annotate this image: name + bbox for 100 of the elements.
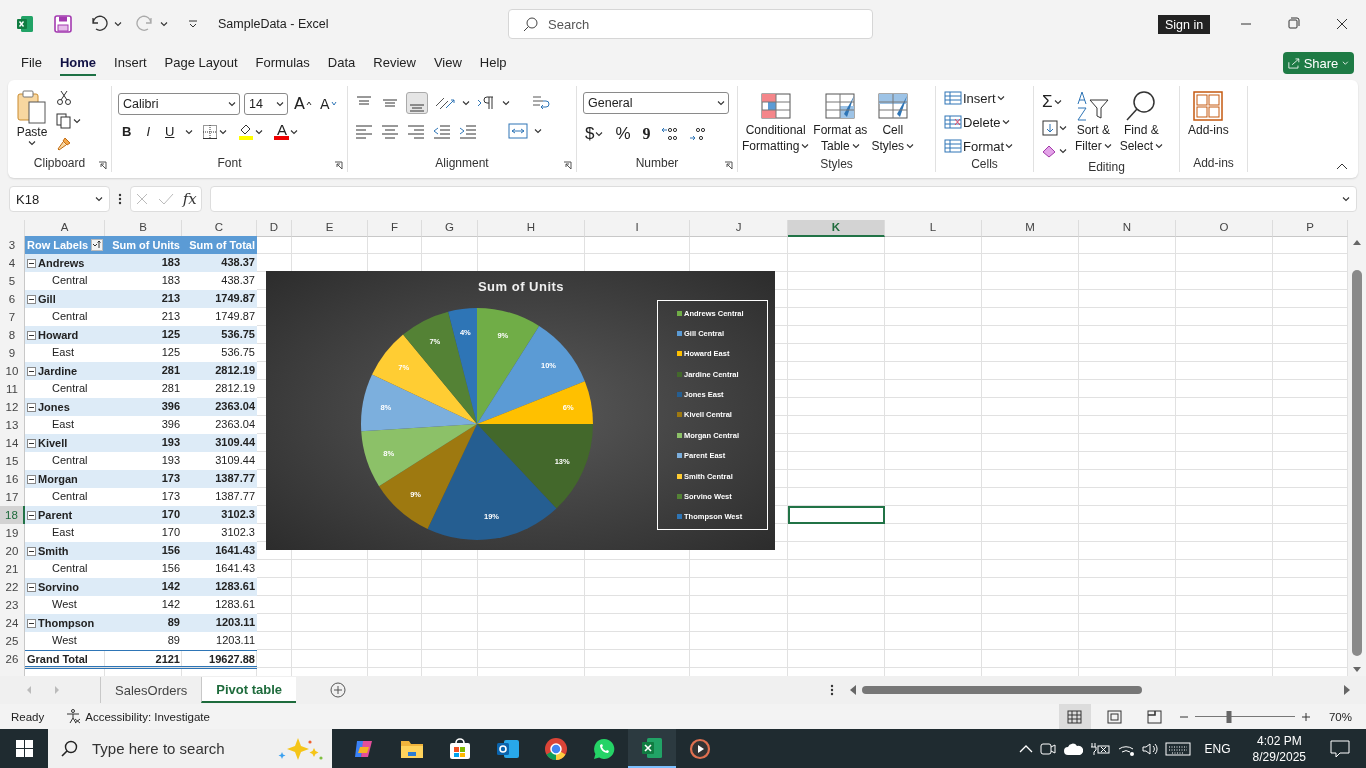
collapse-icon[interactable]	[27, 582, 36, 592]
menu-tab[interactable]: View	[424, 50, 471, 76]
collapse-ribbon-icon[interactable]	[1336, 162, 1348, 170]
cell-styles-button[interactable]: Cell Styles	[869, 88, 917, 156]
vertical-align-icon[interactable]	[406, 92, 428, 114]
number-format-field[interactable]: General	[583, 92, 729, 114]
more-options-icon[interactable]	[830, 684, 834, 696]
filter-sort-icon[interactable]	[91, 239, 103, 251]
column-header[interactable]: G	[422, 220, 478, 237]
collapse-icon[interactable]	[27, 402, 36, 412]
increase-indent-icon[interactable]	[458, 123, 478, 139]
column-header[interactable]: H	[478, 220, 585, 237]
grow-font-button[interactable]: A	[292, 92, 314, 115]
battery-plug-icon[interactable]	[1088, 740, 1111, 757]
name-box[interactable]: K18	[9, 186, 110, 212]
column-header[interactable]: D	[257, 220, 292, 237]
chevron-up-icon[interactable]	[1018, 743, 1033, 754]
windows-start-icon[interactable]	[16, 740, 33, 757]
keyboard-icon[interactable]	[1164, 740, 1191, 757]
sign-in-button[interactable]: Sign in	[1158, 15, 1211, 34]
dialog-launcher-icon[interactable]	[98, 161, 107, 170]
undo-icon[interactable]	[90, 15, 108, 33]
zoom-in-icon[interactable]	[1300, 711, 1311, 722]
menu-tab[interactable]: Help	[470, 50, 516, 76]
notification-icon[interactable]	[1330, 739, 1350, 758]
collapse-icon[interactable]	[27, 330, 36, 340]
format-cells-button[interactable]: Format	[942, 136, 1016, 156]
autosum-button[interactable]: Σ	[1040, 90, 1069, 114]
camera-icon[interactable]	[1038, 740, 1057, 757]
column-header[interactable]: O	[1176, 220, 1273, 237]
paste-button[interactable]: Paste	[14, 88, 50, 148]
percent-button[interactable]: %	[613, 122, 633, 146]
accessibility-icon[interactable]	[66, 709, 82, 724]
currency-button[interactable]: $	[583, 122, 606, 146]
collapse-icon[interactable]	[27, 474, 36, 484]
zoom-level[interactable]: 70%	[1328, 710, 1352, 723]
format-as-table-button[interactable]: Format as Table	[811, 88, 870, 156]
italic-button[interactable]: I	[142, 122, 154, 141]
font-name-field[interactable]: Calibri	[118, 92, 240, 115]
search-field[interactable]: Search	[508, 9, 873, 39]
selected-cell[interactable]	[788, 506, 885, 524]
comma-style-button[interactable]: 9	[640, 123, 653, 145]
underline-button[interactable]: U	[161, 122, 179, 141]
speaker-icon[interactable]	[1140, 740, 1159, 757]
column-header[interactable]: F	[368, 220, 422, 237]
collapse-icon[interactable]	[27, 618, 36, 628]
bold-button[interactable]: B	[118, 122, 136, 141]
cloud-icon[interactable]	[1062, 741, 1083, 756]
insert-function-button[interactable]: fx	[182, 190, 197, 208]
zoom-slider-thumb[interactable]	[1226, 710, 1232, 723]
menu-tab[interactable]: Formulas	[246, 50, 319, 76]
decrease-indent-icon[interactable]	[432, 123, 452, 139]
column-header[interactable]: E	[292, 220, 368, 237]
horizontal-align-icon[interactable]	[354, 123, 374, 139]
shrink-font-button[interactable]: A	[317, 93, 339, 114]
add-ins-button[interactable]: Add-ins	[1186, 88, 1231, 140]
language-indicator[interactable]: ENG	[1204, 741, 1231, 756]
insert-cells-button[interactable]: Insert	[942, 88, 1016, 108]
collapse-icon[interactable]	[27, 258, 36, 268]
conditional-formatting-button[interactable]: Conditional Formatting	[740, 88, 812, 156]
find-select-button[interactable]: Find & Select	[1117, 88, 1166, 156]
copy-button[interactable]	[54, 111, 83, 131]
dialog-launcher-icon[interactable]	[724, 161, 733, 170]
horizontal-align-icon[interactable]	[406, 123, 426, 139]
normal-view-button[interactable]	[1058, 704, 1091, 729]
taskbar-search-field[interactable]: Type here to search	[48, 729, 332, 768]
column-header[interactable]: P	[1273, 220, 1348, 237]
menu-tab[interactable]: File	[12, 50, 51, 76]
formula-field[interactable]	[210, 186, 1357, 212]
fill-button[interactable]	[1040, 118, 1069, 138]
font-color-button[interactable]: A	[272, 121, 301, 142]
check-icon[interactable]	[158, 192, 174, 206]
column-header[interactable]: M	[982, 220, 1079, 237]
collapse-icon[interactable]	[27, 294, 36, 304]
sheet-tab[interactable]: Pivot table	[201, 677, 296, 703]
menu-tab[interactable]: Review	[364, 50, 425, 76]
column-header[interactable]: I	[585, 220, 690, 237]
column-header[interactable]: K	[788, 220, 885, 237]
collapse-icon[interactable]	[27, 510, 36, 520]
menu-tab[interactable]: Home	[50, 50, 106, 76]
menu-tab[interactable]: Page Layout	[155, 50, 247, 76]
add-sheet-icon[interactable]	[330, 682, 346, 698]
more-options-icon[interactable]	[118, 193, 122, 205]
collapse-icon[interactable]	[27, 546, 36, 556]
menu-tab[interactable]: Insert	[105, 50, 156, 76]
dialog-launcher-icon[interactable]	[334, 161, 343, 170]
sort-filter-button[interactable]: Sort & Filter	[1073, 88, 1114, 156]
collapse-icon[interactable]	[27, 366, 36, 376]
customize-toolbar-icon[interactable]	[188, 19, 198, 29]
save-icon[interactable]	[54, 15, 72, 33]
column-header[interactable]: L	[885, 220, 982, 237]
dialog-launcher-icon[interactable]	[563, 161, 572, 170]
horizontal-align-icon[interactable]	[380, 123, 400, 139]
share-button[interactable]: Share	[1283, 52, 1354, 74]
menu-tab[interactable]: Data	[318, 50, 365, 76]
text-direction-icon[interactable]	[476, 95, 496, 111]
collapse-icon[interactable]	[27, 438, 36, 448]
accessibility-status[interactable]: Accessibility: Investigate	[85, 710, 210, 723]
spreadsheet-app-icon[interactable]	[628, 729, 676, 768]
merge-center-icon[interactable]	[508, 122, 528, 140]
